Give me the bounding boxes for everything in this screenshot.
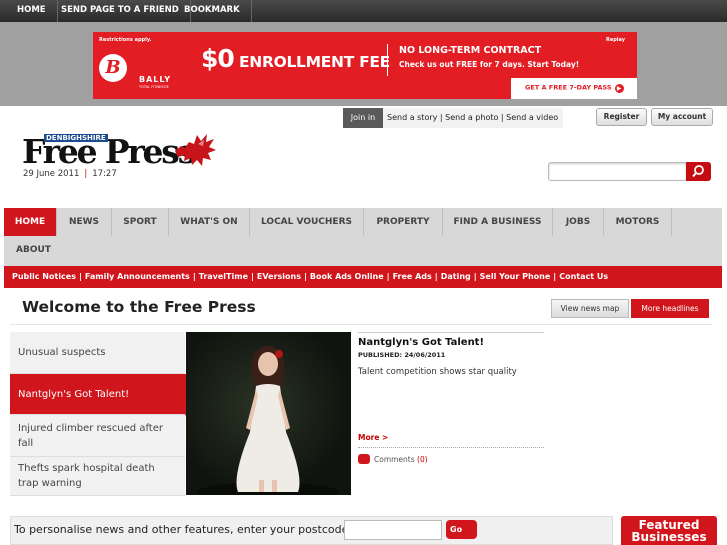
subnav-book-ads-online[interactable]: Book Ads Online <box>310 272 384 281</box>
nav-property[interactable]: PROPERTY <box>364 208 443 236</box>
subnav-public-notices[interactable]: Public Notices <box>12 272 76 281</box>
date-separator: | <box>84 169 88 179</box>
story-published: PUBLISHED: 24/06/2011 <box>358 351 446 359</box>
send-divider: | <box>500 113 504 122</box>
search-input[interactable] <box>548 162 687 181</box>
nav-about[interactable]: ABOUT <box>4 236 64 264</box>
story-tab-injured-climber[interactable]: Injured climber rescued after fall <box>10 415 185 457</box>
nav-motors[interactable]: MOTORS <box>604 208 672 236</box>
search-button[interactable] <box>686 162 711 181</box>
send-video-link[interactable]: Send a video <box>506 113 558 122</box>
story-more-link[interactable]: More > <box>358 433 388 442</box>
postcode-label: To personalise news and other features, … <box>14 523 353 536</box>
divider <box>10 324 712 325</box>
subnav-contact-us[interactable]: Contact Us <box>559 272 608 281</box>
subnav-sep: | <box>251 272 254 281</box>
nav-find-a-business[interactable]: FIND A BUSINESS <box>443 208 553 236</box>
comments-count: (0) <box>417 455 428 464</box>
subnav-sell-your-phone[interactable]: Sell Your Phone <box>480 272 551 281</box>
more-headlines-button[interactable]: More headlines <box>631 299 709 318</box>
subnav-dating[interactable]: Dating <box>441 272 471 281</box>
search-icon <box>692 165 704 178</box>
top-link-send-page[interactable]: SEND PAGE TO A FRIEND <box>50 0 191 22</box>
bally-logo-icon: B <box>99 54 127 82</box>
subnav-sep: | <box>553 272 557 281</box>
ad-replay-button[interactable]: Replay <box>606 37 625 43</box>
bally-advert-banner[interactable]: Restrictions apply. Replay B BALLY TOTAL… <box>93 32 637 99</box>
subnav-eversions[interactable]: EVersions <box>257 272 301 281</box>
ad-tagline-1: NO LONG-TERM CONTRACT <box>399 45 542 56</box>
subnav-sep: | <box>434 272 438 281</box>
speech-bubble-icon <box>358 454 370 464</box>
nav-whats-on[interactable]: WHAT'S ON <box>169 208 250 236</box>
current-time: 17:27 <box>92 169 117 179</box>
join-in-label[interactable]: Join in <box>343 108 383 128</box>
top-link-bookmark[interactable]: BOOKMARK <box>173 0 252 22</box>
view-news-map-button[interactable]: View news map <box>551 299 629 318</box>
register-button[interactable]: Register <box>596 108 647 126</box>
ad-restrictions: Restrictions apply. <box>99 37 152 43</box>
story-title[interactable]: Nantglyn's Got Talent! <box>358 337 484 348</box>
story-tab-nantglyn[interactable]: Nantglyn's Got Talent! <box>10 374 200 415</box>
story-photo[interactable] <box>186 332 351 502</box>
send-links: Send a story | Send a photo | Send a vid… <box>383 108 563 128</box>
nav-jobs[interactable]: JOBS <box>553 208 604 236</box>
send-photo-link[interactable]: Send a photo <box>445 113 498 122</box>
story-tab-thefts[interactable]: Thefts spark hospital death trap warning <box>10 457 185 496</box>
postcode-input[interactable] <box>344 520 442 540</box>
ad-brand: BALLY <box>139 75 172 84</box>
masthead-region: DENBIGHSHIRE <box>44 134 108 142</box>
play-icon: ▶ <box>614 83 624 93</box>
nav-home[interactable]: HOME <box>4 208 57 236</box>
subnav-family-announcements[interactable]: Family Announcements <box>85 272 190 281</box>
current-date: 29 June 2011 <box>23 169 80 179</box>
ad-headline: ENROLLMENT FEE <box>239 53 390 71</box>
my-account-button[interactable]: My account <box>651 108 713 126</box>
ad-cta-button[interactable]: GET A FREE 7-DAY PASS ▶ <box>511 78 637 99</box>
page-title: Welcome to the Free Press <box>22 298 256 316</box>
sub-nav: Public Notices | Family Announcements | Trav… <box>4 266 722 288</box>
ad-tagline-2: Check us out FREE for 7 days. Start Toda… <box>399 60 580 69</box>
story-dotted-divider <box>358 447 544 448</box>
girl-on-stage-image <box>198 346 338 502</box>
nav-sport[interactable]: SPORT <box>112 208 169 236</box>
story-tab-unusual-suspects[interactable]: Unusual suspects <box>10 332 185 374</box>
subnav-sep: | <box>78 272 82 281</box>
postcode-go-button[interactable]: Go <box>446 520 477 539</box>
nav-local-vouchers[interactable]: LOCAL VOUCHERS <box>250 208 364 236</box>
ad-divider <box>387 44 388 76</box>
subnav-sep: | <box>473 272 477 281</box>
subnav-sep: | <box>386 272 390 281</box>
story-summary: Talent competition shows star quality <box>358 367 517 377</box>
subnav-free-ads[interactable]: Free Ads <box>393 272 432 281</box>
story-top-divider <box>358 332 544 333</box>
welsh-dragon-icon <box>175 134 216 166</box>
ad-cta-label: GET A FREE 7-DAY PASS <box>525 83 612 92</box>
comments-label: Comments <box>374 455 415 464</box>
subnav-sep: | <box>303 272 307 281</box>
subnav-sep: | <box>192 272 196 281</box>
send-divider: | <box>439 113 443 122</box>
top-utility-bar: HOME SEND PAGE TO A FRIEND BOOKMARK <box>0 0 727 22</box>
send-story-link[interactable]: Send a story <box>387 113 437 122</box>
ad-brand-sub: TOTAL FITNESS® <box>139 85 170 89</box>
subnav-traveltime[interactable]: TravelTime <box>199 272 248 281</box>
ad-amount: $0 <box>201 44 235 73</box>
featured-businesses-tab[interactable]: Featured Businesses <box>621 516 717 545</box>
nav-news[interactable]: NEWS <box>57 208 112 236</box>
story-comments-link[interactable]: Comments (0) <box>374 455 428 464</box>
date-time: 29 June 2011 | 17:27 <box>23 169 117 179</box>
